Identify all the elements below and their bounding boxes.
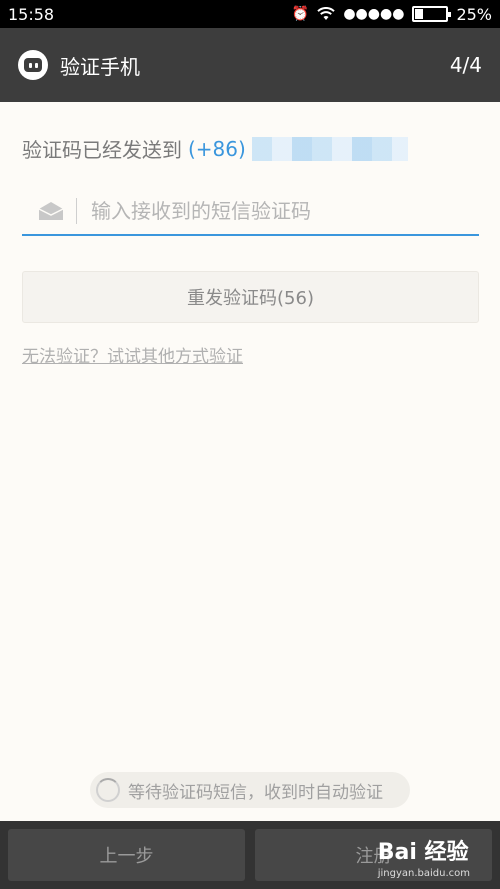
alternative-verification-link[interactable]: 无法验证？试试其他方式验证 xyxy=(22,342,243,367)
app-logo-icon xyxy=(18,50,48,80)
resend-code-button[interactable]: 重发验证码(56) xyxy=(22,271,479,323)
country-code: (+86) xyxy=(188,136,246,161)
waiting-status: 等待验证码短信，收到时自动验证 xyxy=(90,772,410,808)
app-header: 验证手机 4/4 xyxy=(0,28,500,102)
wifi-icon xyxy=(317,7,336,20)
baidu-jingyan-watermark: Bai 经验 jingyan.baidu.com xyxy=(378,834,470,879)
waiting-text: 等待验证码短信，收到时自动验证 xyxy=(128,782,383,803)
step-indicator: 4/4 xyxy=(449,53,482,77)
status-icons: ⏰ ●●●●● 25% xyxy=(292,5,492,24)
spinner-icon xyxy=(96,778,120,802)
verification-code-input[interactable] xyxy=(91,199,479,223)
field-divider xyxy=(76,198,77,224)
watermark-url: jingyan.baidu.com xyxy=(377,868,470,879)
status-time: 15:58 xyxy=(8,4,55,24)
sent-to-label: 验证码已经发送到 xyxy=(22,138,182,162)
prev-step-button[interactable]: 上一步 xyxy=(8,829,245,881)
status-bar: 15:58 ⏰ ●●●●● 25% xyxy=(0,0,500,28)
alarm-icon: ⏰ xyxy=(291,6,310,22)
phone-number-redacted xyxy=(251,136,408,161)
verification-code-field[interactable] xyxy=(22,188,479,236)
watermark-brand: Bai 经验 xyxy=(377,840,469,865)
battery-icon xyxy=(412,6,452,22)
signal-icon: ●●●●● xyxy=(343,6,405,22)
sent-to-line: 验证码已经发送到 (+86) xyxy=(22,134,408,163)
envelope-icon xyxy=(38,202,64,220)
page-title: 验证手机 xyxy=(60,54,140,79)
battery-percent: 25% xyxy=(456,4,492,24)
